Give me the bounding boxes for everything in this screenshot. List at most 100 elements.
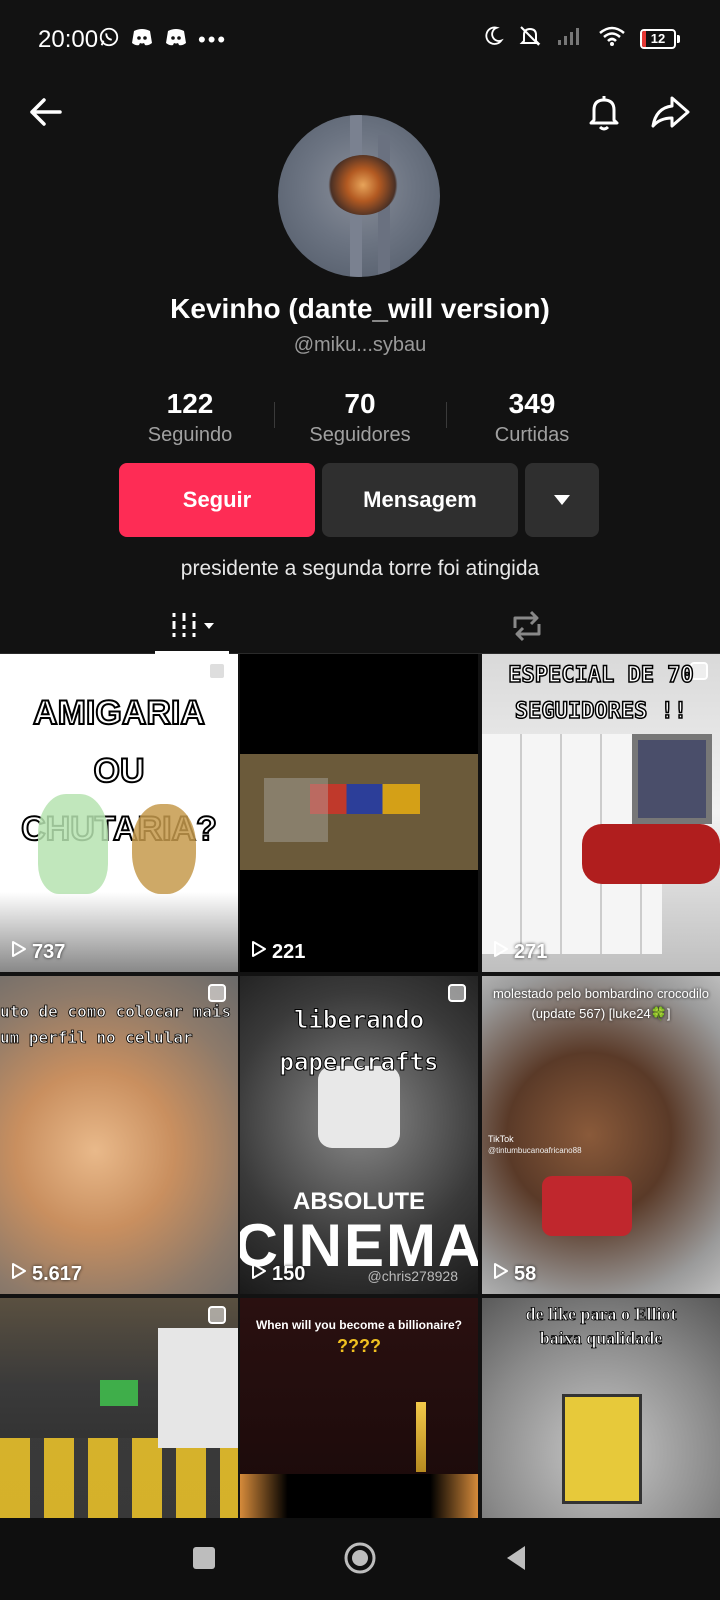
status-bar: 20:00 ••• 12 bbox=[0, 0, 720, 80]
avatar-image-detail bbox=[328, 155, 398, 215]
stat-value: 70 bbox=[344, 388, 376, 419]
moon-icon bbox=[482, 25, 504, 52]
video-thumbnail-text: uto de como colocar mais bbox=[0, 1002, 232, 1022]
thumbnail-dpad bbox=[264, 778, 328, 842]
thumbnail-character bbox=[632, 734, 712, 824]
bell-icon bbox=[589, 96, 619, 131]
back-nav-button[interactable] bbox=[496, 1538, 536, 1578]
stat-value: 349 bbox=[508, 388, 556, 419]
stat-followers[interactable]: 70 Seguidores bbox=[280, 388, 440, 447]
thumbnail-character bbox=[582, 824, 720, 884]
video-thumbnail-text: When will you become a billionaire? bbox=[255, 1318, 463, 1332]
whatsapp-icon bbox=[98, 26, 120, 53]
divider bbox=[274, 402, 275, 428]
tab-reposts[interactable] bbox=[490, 598, 564, 654]
view-count: 271 bbox=[514, 940, 548, 963]
video-tile[interactable]: ESPECIAL DE 70 SEGUIDORES !! 271 bbox=[482, 654, 720, 972]
thumbnail-chairs bbox=[0, 1438, 238, 1518]
video-watermark: @chris278928 bbox=[367, 1268, 459, 1284]
battery-level: 12 bbox=[650, 31, 666, 46]
thumbnail-tv bbox=[100, 1380, 138, 1406]
play-icon bbox=[250, 1262, 268, 1286]
share-arrow-icon bbox=[651, 96, 690, 128]
view-count: 150 bbox=[272, 1262, 306, 1285]
profile-handle: @miku...sybau bbox=[293, 334, 427, 356]
thumbnail-character bbox=[318, 1066, 400, 1148]
video-thumbnail-text: baixa qualidade bbox=[539, 1328, 663, 1349]
back-button[interactable] bbox=[24, 90, 68, 134]
view-count: 737 bbox=[32, 940, 66, 963]
stat-label: Seguindo bbox=[147, 424, 233, 446]
multi-video-icon bbox=[208, 1306, 226, 1324]
view-count: 221 bbox=[272, 940, 306, 963]
stat-following[interactable]: 122 Seguindo bbox=[110, 388, 270, 447]
video-tile[interactable]: When will you become a billionaire? ???? bbox=[240, 1298, 478, 1518]
video-views: 737 bbox=[10, 940, 65, 964]
thumbnail-character bbox=[132, 804, 196, 894]
follow-button[interactable]: Seguir bbox=[119, 463, 315, 537]
thumbnail-character bbox=[542, 1176, 632, 1236]
video-tile[interactable]: de like para o Elliot baixa qualidade bbox=[482, 1298, 720, 1518]
notification-icons: ••• bbox=[98, 26, 227, 53]
avatar[interactable] bbox=[278, 115, 440, 277]
video-thumbnail-text: de like para o Elliot bbox=[525, 1304, 677, 1325]
video-thumbnail-text: ???? bbox=[337, 1336, 381, 1356]
message-button[interactable]: Mensagem bbox=[322, 463, 518, 537]
battery-fill bbox=[642, 30, 646, 47]
share-button[interactable] bbox=[648, 90, 692, 134]
play-icon bbox=[492, 1262, 510, 1286]
video-tile[interactable]: AMIGARIA OU CHUTARIA? 737 bbox=[0, 654, 238, 972]
grid-sort-icon bbox=[172, 612, 214, 637]
thumbnail-wall bbox=[158, 1328, 238, 1448]
video-tile[interactable]: liberando papercrafts ABSOLUTE CINEMA @c… bbox=[240, 976, 478, 1294]
profile-tabs bbox=[0, 598, 720, 654]
more-options-button[interactable] bbox=[525, 463, 599, 537]
tab-videos[interactable] bbox=[155, 598, 229, 654]
multi-video-icon bbox=[208, 984, 226, 1002]
thumbnail-character bbox=[38, 794, 108, 894]
video-tile[interactable]: molestado pelo bombardino crocodilo (upd… bbox=[482, 976, 720, 1294]
circle-icon bbox=[344, 1542, 376, 1574]
thumbnail-bar bbox=[416, 1402, 426, 1472]
multi-video-icon bbox=[208, 662, 226, 680]
video-watermark: @tintumbucanoafricano88 bbox=[488, 1146, 582, 1155]
recent-apps-button[interactable] bbox=[184, 1538, 224, 1578]
profile-name: Kevinho (dante_will version) bbox=[170, 293, 550, 324]
video-thumbnail-text: um perfil no celular bbox=[0, 1028, 193, 1048]
profile-stats: 122 Seguindo 70 Seguidores 349 Curtidas bbox=[0, 388, 720, 448]
signal-icon bbox=[556, 26, 584, 51]
wifi-icon bbox=[598, 25, 626, 52]
thumbnail-floor bbox=[240, 1474, 478, 1518]
video-tile[interactable] bbox=[0, 1298, 238, 1518]
discord-icon bbox=[164, 27, 188, 52]
video-grid: AMIGARIA OU CHUTARIA? 737 221 ESPECIAL D… bbox=[0, 654, 720, 1518]
multi-video-icon bbox=[448, 984, 466, 1002]
stat-label: Seguidores bbox=[309, 424, 411, 446]
video-thumbnail-text: ESPECIAL DE 70 SEGUIDORES !! bbox=[508, 662, 695, 725]
stat-likes[interactable]: 349 Curtidas bbox=[452, 388, 612, 447]
video-tile[interactable]: 221 bbox=[240, 654, 478, 972]
video-tile[interactable]: uto de como colocar mais um perfil no ce… bbox=[0, 976, 238, 1294]
play-icon bbox=[492, 940, 510, 964]
view-count: 5.617 bbox=[32, 1262, 83, 1285]
more-dots-icon: ••• bbox=[198, 26, 228, 52]
view-count: 58 bbox=[514, 1262, 537, 1285]
home-button[interactable] bbox=[340, 1538, 380, 1578]
video-thumbnail-text: papercrafts bbox=[279, 1048, 439, 1077]
arrow-left-icon bbox=[30, 98, 62, 126]
video-views: 150 bbox=[250, 1262, 305, 1286]
video-views: 5.617 bbox=[10, 1262, 82, 1286]
profile-bio: presidente a segunda torre foi atingida bbox=[180, 557, 540, 580]
play-icon bbox=[250, 940, 268, 964]
video-views: 221 bbox=[250, 940, 305, 964]
notifications-button[interactable] bbox=[582, 90, 626, 134]
video-views: 58 bbox=[492, 1262, 536, 1286]
system-nav-bar bbox=[0, 1518, 720, 1600]
profile-actions: Seguir Mensagem bbox=[0, 463, 720, 539]
play-icon bbox=[10, 1262, 28, 1286]
bell-off-icon bbox=[518, 24, 542, 53]
status-time: 20:00 bbox=[38, 26, 99, 53]
system-icons: 12 bbox=[482, 24, 680, 53]
stat-label: Curtidas bbox=[494, 424, 570, 446]
square-icon bbox=[193, 1547, 215, 1569]
